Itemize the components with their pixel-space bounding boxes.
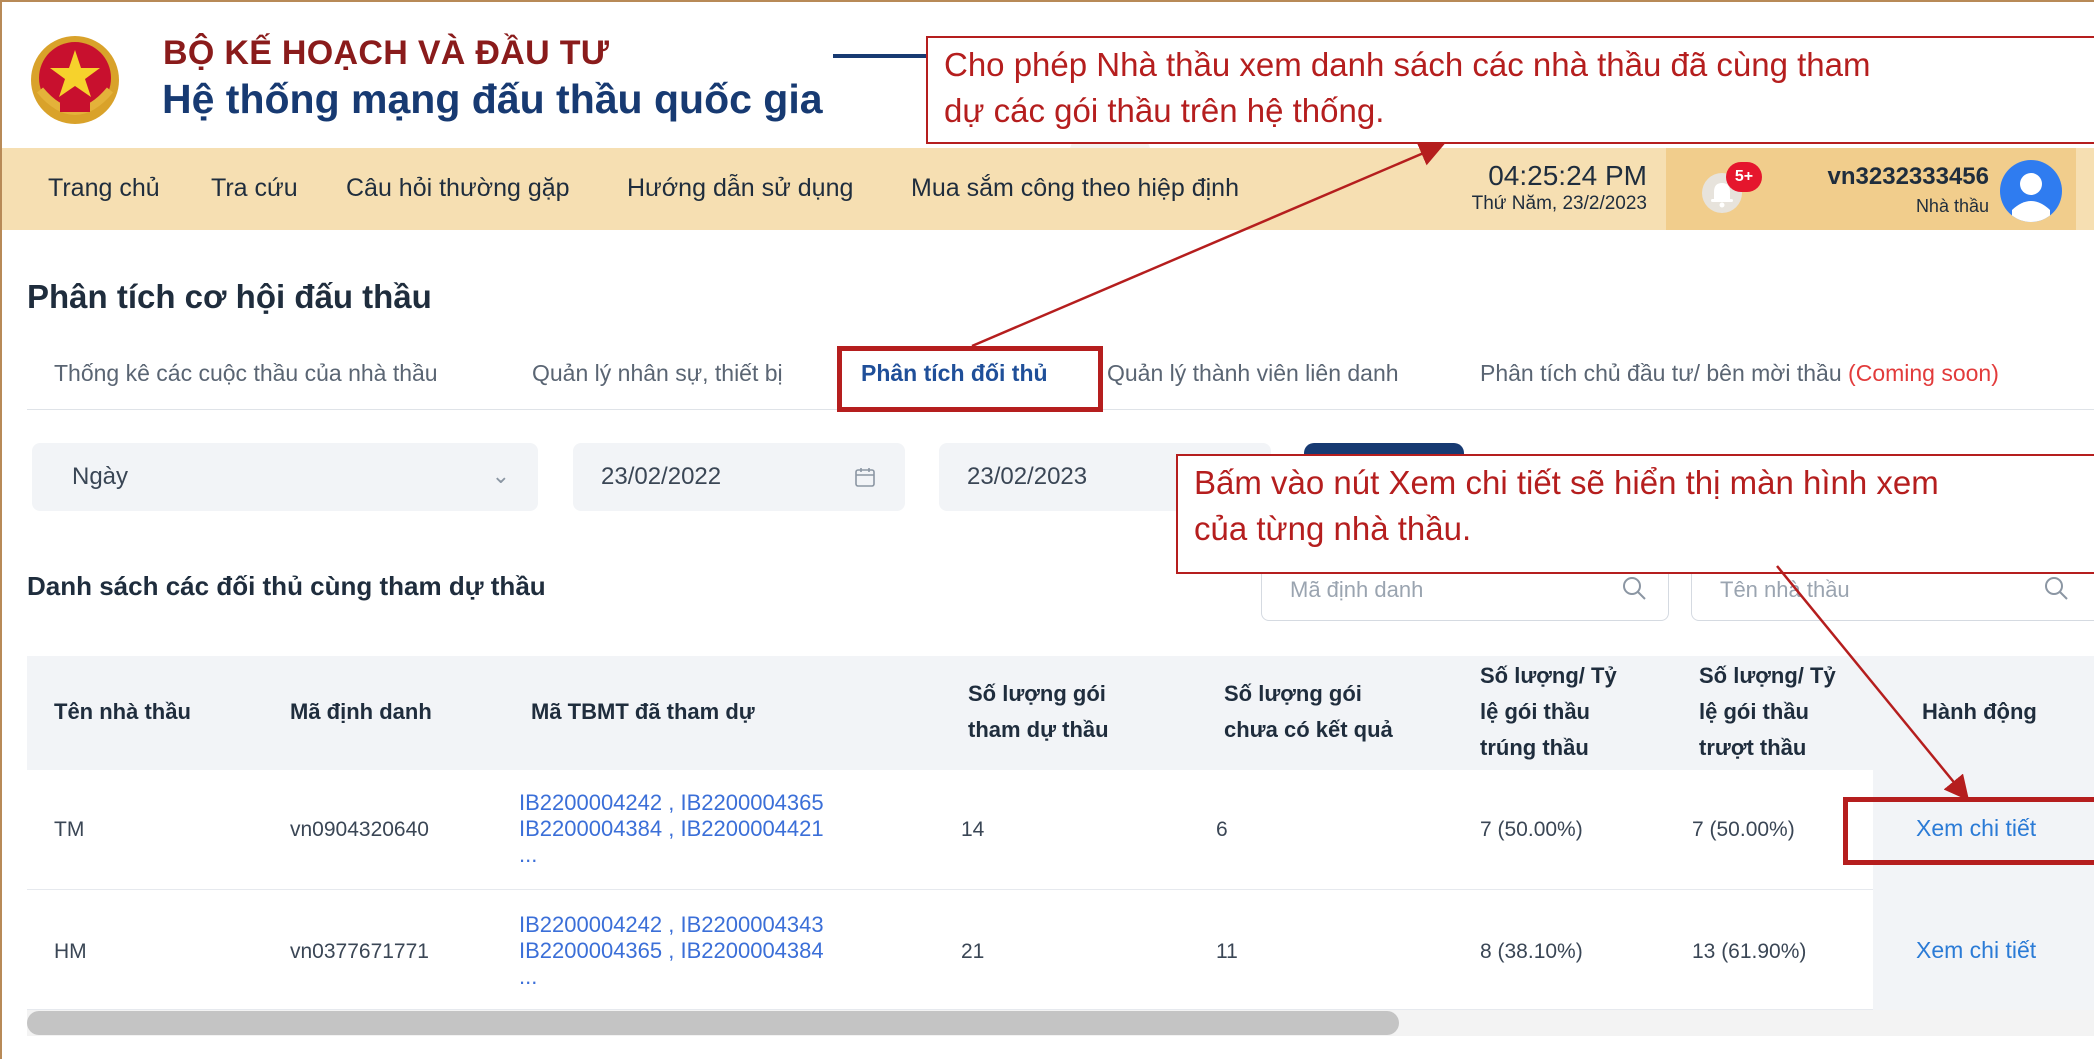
- page-frame: [0, 0, 2094, 1059]
